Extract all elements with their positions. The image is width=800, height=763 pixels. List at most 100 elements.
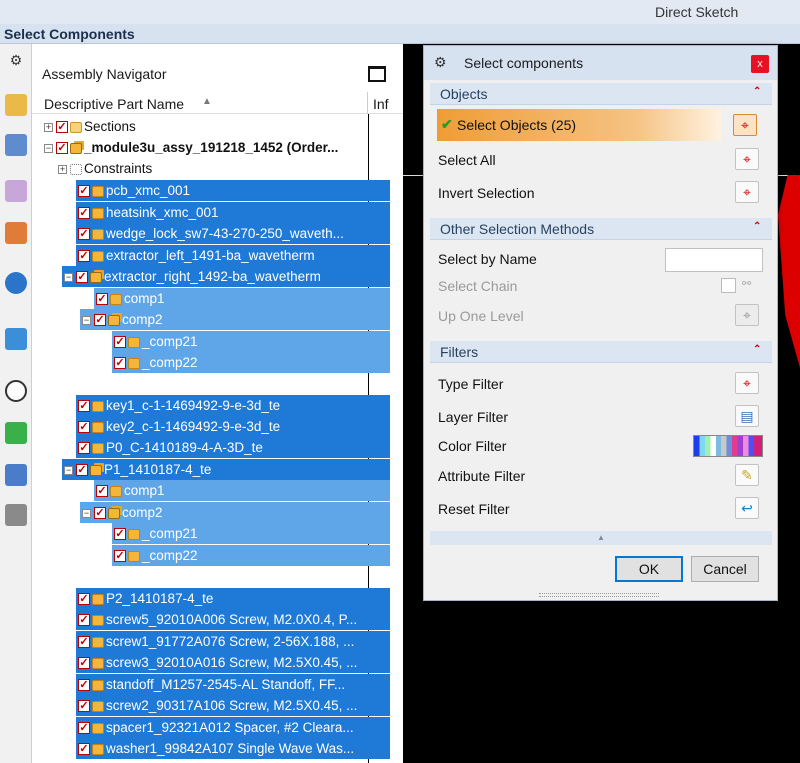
- select-by-name-input[interactable]: [665, 248, 763, 272]
- checkbox-icon[interactable]: ✓: [96, 485, 108, 498]
- checkbox-icon[interactable]: ✓: [78, 207, 90, 220]
- tree-row[interactable]: ✓ washer1_99842A107 Single Wave Was...: [76, 738, 390, 759]
- checkbox-icon[interactable]: ✓: [56, 121, 68, 134]
- collapse-icon[interactable]: −: [64, 465, 73, 475]
- dialog-settings-gear-icon[interactable]: ⚙: [434, 54, 447, 71]
- checkbox-icon[interactable]: ✓: [78, 743, 90, 756]
- dialog-title-bar[interactable]: ⚙ Select components x: [424, 46, 777, 80]
- tree-row[interactable]: − ✓ P1_1410187-4_te: [62, 459, 390, 480]
- tree-row[interactable]: − ✓ _module3u_assy_191218_1452 (Order...: [44, 137, 369, 158]
- checkbox-icon[interactable]: ✓: [94, 314, 106, 327]
- checkbox-icon[interactable]: ✓: [78, 700, 90, 713]
- resize-grip[interactable]: [539, 593, 659, 597]
- close-button[interactable]: x: [751, 55, 769, 73]
- tree-row[interactable]: ✓ wedge_lock_sw7-43-270-250_waveth...: [76, 223, 390, 244]
- tree-row[interactable]: ✓ P0_C-1410189-4-A-3D_te: [76, 437, 390, 458]
- ok-button[interactable]: OK: [615, 556, 683, 582]
- tree-row[interactable]: ✓ key1_c-1-1469492-9-e-3d_te: [76, 395, 390, 416]
- maximize-icon[interactable]: [368, 66, 386, 82]
- collapse-chevron-icon[interactable]: ⌃: [753, 221, 761, 232]
- part-navigator-icon[interactable]: [5, 180, 27, 202]
- color-filter-swatch[interactable]: [693, 435, 763, 457]
- tree-row[interactable]: ✓ screw1_91772A076 Screw, 2-56X.188, ...: [76, 631, 390, 652]
- roles-icon[interactable]: [5, 504, 27, 526]
- tree-row[interactable]: ✓ _comp22: [112, 352, 390, 373]
- checkbox-icon[interactable]: ✓: [78, 250, 90, 263]
- tree-row[interactable]: − ✓ extractor_right_1492-ba_wavetherm: [62, 266, 390, 287]
- tree-row[interactable]: + ✓ Sections: [44, 116, 364, 137]
- checkbox-icon[interactable]: ✓: [78, 636, 90, 649]
- settings-gear-icon[interactable]: ⚙: [5, 52, 27, 74]
- tree-row[interactable]: ✓ comp1: [94, 288, 390, 309]
- invert-selection-label[interactable]: Invert Selection: [438, 185, 535, 201]
- attribute-filter-icon[interactable]: ✎: [735, 464, 759, 486]
- constraint-navigator-icon[interactable]: [5, 134, 27, 156]
- checkbox-icon[interactable]: ✓: [114, 550, 126, 563]
- checkbox-icon[interactable]: ✓: [78, 228, 90, 241]
- type-filter-icon[interactable]: ⌖: [735, 372, 759, 394]
- process-studio-icon[interactable]: [5, 464, 27, 486]
- system-materials-icon[interactable]: [5, 422, 27, 444]
- tree-row[interactable]: ✓ pcb_xmc_001: [76, 180, 390, 201]
- checkbox-icon[interactable]: ✓: [78, 593, 90, 606]
- checkbox-icon[interactable]: ✓: [78, 722, 90, 735]
- tree-row[interactable]: ✓ P2_1410187-4_te: [76, 588, 390, 609]
- tree-row[interactable]: ✓ _comp21: [112, 523, 390, 544]
- tree-row[interactable]: ✓ screw5_92010A006 Screw, M2.0X0.4, P...: [76, 609, 390, 630]
- cancel-button[interactable]: Cancel: [691, 556, 759, 582]
- column-info[interactable]: Inf: [373, 96, 389, 112]
- tree-row[interactable]: − ✓ comp2: [80, 309, 390, 330]
- tree-row[interactable]: ✓ extractor_left_1491-ba_wavetherm: [76, 245, 390, 266]
- expand-icon[interactable]: +: [44, 122, 53, 132]
- checkbox-icon[interactable]: ✓: [114, 357, 126, 370]
- checkbox-icon[interactable]: ✓: [78, 657, 90, 670]
- tree-row[interactable]: ✓ spacer1_92321A012 Spacer, #2 Cleara...: [76, 717, 390, 738]
- clock-icon[interactable]: [5, 380, 27, 402]
- layer-filter-icon[interactable]: ▤: [735, 405, 759, 427]
- history-icon[interactable]: [5, 328, 27, 350]
- expand-icon[interactable]: +: [58, 164, 67, 174]
- select-objects-row[interactable]: ✔ Select Objects (25): [437, 109, 721, 141]
- tree-row[interactable]: + Constraints: [58, 158, 358, 179]
- select-all-icon[interactable]: ⌖: [735, 148, 759, 170]
- collapse-icon[interactable]: −: [82, 508, 91, 518]
- checkbox-icon[interactable]: ✓: [94, 507, 106, 520]
- collapse-chevron-icon[interactable]: ⌃: [753, 86, 761, 97]
- tree-row[interactable]: ✓ screw2_90317A106 Screw, M2.5X0.45, ...: [76, 695, 390, 716]
- tree-row[interactable]: ✓ heatsink_xmc_001: [76, 202, 390, 223]
- web-browser-icon[interactable]: [5, 272, 27, 294]
- select-objects-crosshair-icon[interactable]: ⌖: [733, 114, 757, 136]
- collapse-chevron-icon[interactable]: ⌃: [753, 344, 761, 355]
- reuse-library-icon[interactable]: [5, 222, 27, 244]
- checkbox-icon[interactable]: ✓: [78, 679, 90, 692]
- invert-selection-icon[interactable]: ⌖: [735, 181, 759, 203]
- objects-section-header[interactable]: Objects ⌃: [430, 83, 772, 105]
- collapse-icon[interactable]: −: [64, 272, 73, 282]
- tree-row[interactable]: ✓ key2_c-1-1469492-9-e-3d_te: [76, 416, 390, 437]
- tree-row[interactable]: ✓ standoff_M1257-2545-AL Standoff, FF...: [76, 674, 390, 695]
- direct-sketch-tab[interactable]: Direct Sketch: [655, 4, 738, 20]
- collapse-icon[interactable]: −: [82, 315, 91, 325]
- checkbox-icon[interactable]: ✓: [114, 528, 126, 541]
- tree-row[interactable]: ✓ screw3_92010A016 Screw, M2.5X0.45, ...: [76, 652, 390, 673]
- column-descriptive-part-name[interactable]: Descriptive Part Name: [44, 96, 184, 112]
- checkbox-icon[interactable]: ✓: [78, 400, 90, 413]
- checkbox-icon[interactable]: ✓: [78, 421, 90, 434]
- collapse-icon[interactable]: −: [44, 143, 53, 153]
- tree-row[interactable]: − ✓ comp2: [80, 502, 390, 523]
- checkbox-icon[interactable]: ✓: [76, 271, 88, 284]
- assembly-navigator-icon[interactable]: [5, 94, 27, 116]
- checkbox-icon[interactable]: ✓: [78, 185, 90, 198]
- checkbox-icon[interactable]: ✓: [78, 442, 90, 455]
- checkbox-icon[interactable]: ✓: [114, 336, 126, 349]
- tree-row[interactable]: ✓ _comp22: [112, 545, 390, 566]
- select-chain-checkbox[interactable]: [721, 278, 736, 293]
- reset-filter-icon[interactable]: ↩: [735, 497, 759, 519]
- other-selection-section-header[interactable]: Other Selection Methods ⌃: [430, 218, 772, 240]
- checkbox-icon[interactable]: ✓: [76, 464, 88, 477]
- tree-row[interactable]: ✓ _comp21: [112, 331, 390, 352]
- checkbox-icon[interactable]: ✓: [96, 293, 108, 306]
- filters-section-header[interactable]: Filters ⌃: [430, 341, 772, 363]
- tree-row[interactable]: ✓ comp1: [94, 480, 390, 501]
- checkbox-icon[interactable]: ✓: [78, 614, 90, 627]
